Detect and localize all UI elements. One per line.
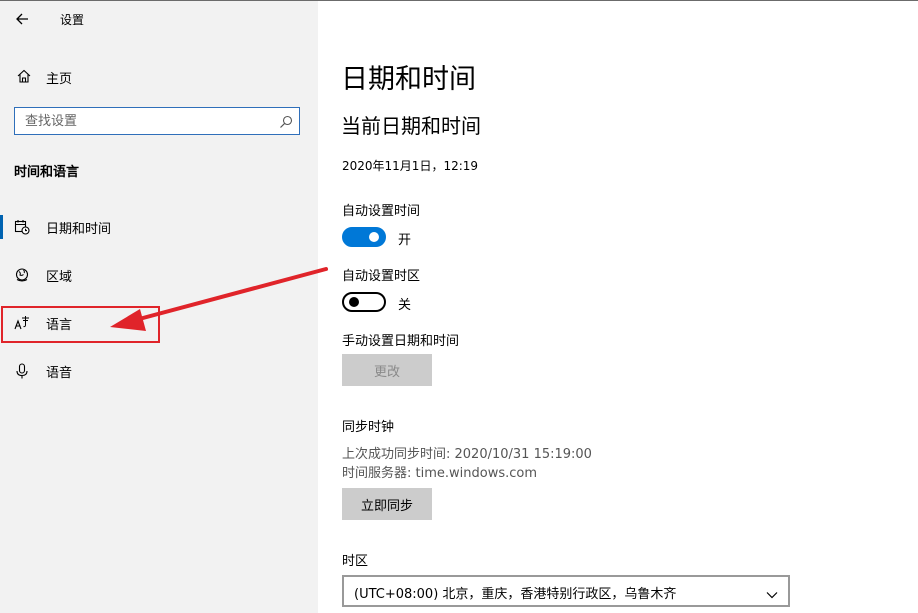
sidebar-item-speech[interactable]: 语音 [0,353,318,389]
time-server-text: 时间服务器: time.windows.com [342,466,538,481]
main-content: 日期和时间 当前日期和时间 2020年11月1日，12:19 自动设置时间 开 … [318,1,918,613]
auto-time-toggle[interactable] [342,227,386,247]
auto-time-label: 自动设置时间 [342,204,421,219]
back-button[interactable] [12,8,34,30]
timezone-select[interactable]: (UTC+08:00) 北京，重庆，香港特别行政区，乌鲁木齐 [342,575,790,607]
search-icon [279,114,293,128]
calendar-clock-icon [14,219,30,235]
settings-window: 设置 主页 时间和语言 [0,0,918,613]
page-title: 日期和时间 [341,64,476,95]
chevron-down-icon [766,586,778,599]
search-input[interactable] [15,108,275,134]
app-title: 设置 [60,13,85,27]
auto-timezone-state: 关 [398,298,412,313]
back-arrow-icon [16,13,28,25]
sync-now-button[interactable]: 立即同步 [342,488,432,520]
auto-time-state: 开 [398,233,412,248]
timezone-selected-value: (UTC+08:00) 北京，重庆，香港特别行政区，乌鲁木齐 [354,587,677,602]
current-datetime: 2020年11月1日，12:19 [342,159,479,173]
toggle-knob [349,297,359,307]
globe-icon [14,267,30,283]
timezone-label: 时区 [342,554,369,569]
sidebar-item-label: 区域 [46,270,73,285]
auto-timezone-toggle[interactable] [342,292,386,312]
microphone-icon [14,363,30,379]
manual-set-label: 手动设置日期和时间 [342,334,460,349]
auto-timezone-label: 自动设置时区 [342,269,421,284]
sidebar-item-region[interactable]: 区域 [0,257,318,293]
annotation-highlight-box [1,306,160,343]
change-button[interactable]: 更改 [342,354,432,386]
sidebar-item-label: 日期和时间 [46,222,112,237]
section-subtitle: 当前日期和时间 [341,114,481,138]
toggle-knob [369,232,379,242]
home-icon [16,68,32,84]
sidebar-item-label: 主页 [46,72,73,87]
sidebar-item-date-time[interactable]: 日期和时间 [0,209,318,245]
search-box[interactable] [14,107,300,135]
sidebar-item-label: 语音 [46,366,73,381]
last-sync-text: 上次成功同步时间: 2020/10/31 15:19:00 [342,447,592,462]
section-title: 时间和语言 [14,165,80,180]
sidebar-item-home[interactable]: 主页 [0,61,318,91]
sync-clock-label: 同步时钟 [342,420,395,435]
